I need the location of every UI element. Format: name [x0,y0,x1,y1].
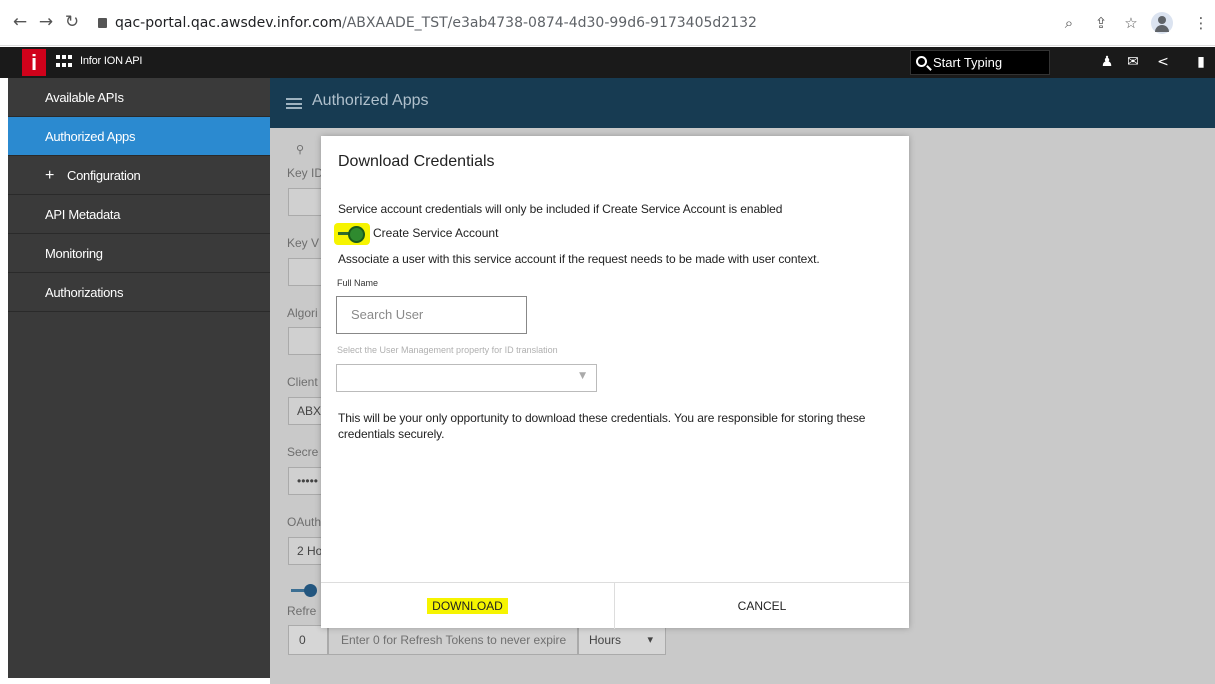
cancel-button[interactable]: CANCEL [615,583,909,629]
share-nodes-icon[interactable]: < [1154,53,1172,71]
sidebar-item-label: Monitoring [45,246,103,261]
download-button-label: DOWNLOAD [427,598,508,614]
infor-logo: i [22,49,46,76]
bg-refresh-unit: Hours [578,625,666,655]
bg-refresh-row: 0 Enter 0 for Refresh Tokens to never ex… [288,625,666,655]
app-name: Infor ION API [80,55,143,67]
browser-menu-icon[interactable]: ⋮ [1190,12,1212,34]
bg-refresh-toggle [291,584,317,598]
associate-user-text: Associate a user with this service accou… [338,252,820,266]
toggle-label: Create Service Account [373,226,499,240]
sidebar-item-authorizations[interactable]: Authorizations [8,273,270,312]
create-service-account-toggle[interactable] [334,223,370,245]
download-credentials-dialog: Download Credentials Service account cre… [321,136,909,629]
sidebar-item-label: Configuration [67,168,141,183]
user-icon[interactable]: ♟ [1098,53,1116,71]
zoom-icon[interactable]: ⌕ [1058,12,1080,34]
filter-icon: ⚲ [296,143,305,156]
sidebar-item-authorized-apps[interactable]: Authorized Apps [8,117,270,156]
global-search-input[interactable]: Start Typing [910,50,1050,75]
bg-label-key-id: Key ID [287,166,324,180]
sidebar-item-monitoring[interactable]: Monitoring [8,234,270,273]
service-account-notice: Service account credentials will only be… [338,202,783,216]
search-icon [916,56,927,67]
search-user-input[interactable]: Search User [336,296,527,334]
full-name-label: Full Name [337,278,379,288]
sidebar-item-label: Authorizations [45,285,124,300]
sidebar-item-label: Available APIs [45,90,124,105]
sidebar-item-label: Authorized Apps [45,129,136,144]
sidebar: Available APIs Authorized Apps + Configur… [8,78,270,678]
address-bar[interactable]: qac-portal.qac.awsdev.infor.com/ABXAADE_… [92,10,1092,36]
id-translation-label: Select the User Management property for … [337,345,558,355]
warning-text-line2: credentials securely. [338,427,445,441]
bg-refresh-hint: Enter 0 for Refresh Tokens to never expi… [328,625,578,655]
url-host: qac-portal.qac.awsdev.infor.com [115,15,342,31]
page-title: Authorized Apps [312,92,429,109]
bg-label-oauth: OAuth [287,515,322,529]
bg-label-key-value: Key V [287,236,320,250]
bg-label-secret: Secre [287,445,319,459]
url-path: /ABXAADE_TST/e3ab4738-0874-4d30-99d6-917… [342,15,757,31]
sidebar-item-available-apis[interactable]: Available APIs [8,78,270,117]
app-grid-icon[interactable] [56,55,72,69]
dialog-title: Download Credentials [338,153,495,170]
mail-icon[interactable]: ✉ [1124,53,1142,71]
sidebar-item-api-metadata[interactable]: API Metadata [8,195,270,234]
dialog-footer: DOWNLOAD CANCEL [321,582,909,629]
forward-icon[interactable]: → [36,12,56,32]
download-button[interactable]: DOWNLOAD [321,583,615,629]
hamburger-menu-icon[interactable] [286,98,302,109]
bookmark-star-icon[interactable]: ☆ [1120,12,1142,34]
sidebar-item-label: API Metadata [45,207,121,222]
browser-toolbar: ← → ↻ qac-portal.qac.awsdev.infor.com/AB… [0,0,1215,46]
sidebar-item-configuration[interactable]: + Configuration [8,156,270,195]
bg-label-algorithm: Algori [287,306,318,320]
app-header: i Infor ION API Start Typing ♟ ✉ < ▮ [0,47,1215,78]
id-translation-select[interactable]: ▼ [336,364,597,392]
main-header: Authorized Apps [270,78,1215,128]
chevron-down-icon: ▼ [579,371,586,381]
profile-avatar-icon[interactable] [1151,12,1173,34]
warning-text-line1: This will be your only opportunity to do… [338,411,866,425]
lock-icon [98,18,107,28]
reload-icon[interactable]: ↻ [62,12,82,32]
bg-label-client: Client [287,375,318,389]
plus-icon: + [45,167,55,184]
bookmark-icon[interactable]: ▮ [1192,53,1210,71]
search-placeholder: Start Typing [933,55,1003,70]
bg-refresh-value: 0 [288,625,328,655]
back-icon[interactable]: ← [10,12,30,32]
share-icon[interactable]: ⇪ [1090,12,1112,34]
bg-label-refresh: Refre [287,604,317,618]
